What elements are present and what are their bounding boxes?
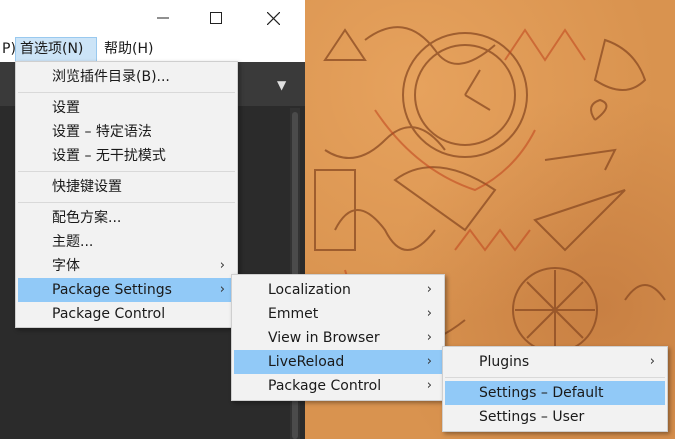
maximize-button[interactable] — [193, 3, 239, 33]
menu-item-label: Settings – Default — [479, 385, 604, 401]
menu-item-package-control[interactable]: Package Control — [18, 302, 235, 326]
tab-dropdown-icon[interactable]: ▼ — [277, 78, 286, 92]
menu-item-font[interactable]: 字体 › — [18, 254, 235, 278]
menu-item-settings-syntax[interactable]: 设置 – 特定语法 — [18, 120, 235, 144]
minimize-icon — [157, 17, 169, 19]
menu-item-label: Package Control — [52, 306, 166, 322]
menu-item-key-bindings[interactable]: 快捷键设置 — [18, 175, 235, 199]
menu-item-label: LiveReload — [268, 354, 345, 370]
submenu-item-plugins[interactable]: Plugins › — [445, 350, 665, 374]
menu-item-settings[interactable]: 设置 — [18, 96, 235, 120]
menu-item-label: Localization — [268, 282, 351, 298]
menu-item-label: Package Control — [268, 378, 382, 394]
submenu-arrow-icon: › — [426, 378, 432, 393]
close-button[interactable] — [250, 3, 296, 33]
submenu-arrow-icon: › — [426, 306, 432, 321]
menu-preferences[interactable]: 首选项(N) — [15, 37, 97, 62]
title-bar — [0, 0, 305, 36]
submenu-item-emmet[interactable]: Emmet › — [234, 302, 442, 326]
submenu-item-package-control[interactable]: Package Control › — [234, 374, 442, 398]
submenu-item-settings-user[interactable]: Settings – User — [445, 405, 665, 429]
menu-item-label: 设置 — [52, 100, 80, 116]
menu-item-label: Package Settings — [52, 282, 172, 298]
menu-bar: P) 首选项(N) 帮助(H) — [0, 37, 305, 62]
livereload-submenu: Plugins › Settings – Default Settings – … — [442, 346, 668, 432]
submenu-item-localization[interactable]: Localization › — [234, 278, 442, 302]
menu-separator — [18, 202, 235, 203]
submenu-arrow-icon: › — [219, 258, 225, 273]
menu-item-color-scheme[interactable]: 配色方案... — [18, 206, 235, 230]
menu-item-theme[interactable]: 主题... — [18, 230, 235, 254]
menu-item-label: 浏览插件目录(B)... — [52, 69, 170, 85]
menu-item-label: Emmet — [268, 306, 319, 322]
submenu-arrow-icon: › — [426, 354, 432, 369]
menu-item-label: 设置 – 特定语法 — [52, 124, 152, 140]
menu-item-label: Plugins — [479, 354, 530, 370]
close-icon — [266, 11, 280, 25]
menu-item-label: 配色方案... — [52, 210, 122, 226]
menu-item-package-settings[interactable]: Package Settings › — [18, 278, 235, 302]
menu-item-label: Settings – User — [479, 409, 585, 425]
submenu-item-view-in-browser[interactable]: View in Browser › — [234, 326, 442, 350]
menu-item-browse-packages[interactable]: 浏览插件目录(B)... — [18, 65, 235, 89]
menu-help[interactable]: 帮助(H) — [100, 37, 157, 62]
maximize-icon — [210, 12, 222, 24]
menu-item-label: 字体 — [52, 258, 80, 274]
menu-item-label: 设置 – 无干扰模式 — [52, 148, 166, 164]
package-settings-submenu: Localization › Emmet › View in Browser ›… — [231, 274, 445, 401]
submenu-item-settings-default[interactable]: Settings – Default — [445, 381, 665, 405]
submenu-arrow-icon: › — [649, 354, 655, 369]
menu-item-label: 快捷键设置 — [52, 179, 122, 195]
minimize-button[interactable] — [140, 3, 186, 33]
preferences-menu: 浏览插件目录(B)... 设置 设置 – 特定语法 设置 – 无干扰模式 快捷键… — [15, 61, 238, 328]
submenu-arrow-icon: › — [219, 282, 225, 297]
menu-item-label: View in Browser — [268, 330, 380, 346]
menu-separator — [445, 377, 665, 378]
submenu-item-livereload[interactable]: LiveReload › — [234, 350, 442, 374]
menu-item-settings-distraction-free[interactable]: 设置 – 无干扰模式 — [18, 144, 235, 168]
menu-separator — [18, 92, 235, 93]
menu-item-label: 主题... — [52, 234, 94, 250]
submenu-arrow-icon: › — [426, 282, 432, 297]
submenu-arrow-icon: › — [426, 330, 432, 345]
menu-separator — [18, 171, 235, 172]
